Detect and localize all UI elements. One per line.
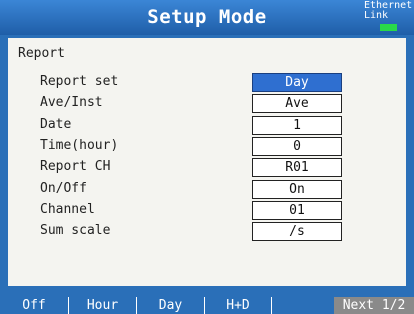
field-label-ave-inst: Ave/Inst	[40, 95, 103, 110]
ethernet-status: Ethernet Link	[360, 1, 412, 33]
report-set-field[interactable]: Day	[252, 73, 342, 92]
page-title: Setup Mode	[147, 6, 267, 28]
ave-inst-field[interactable]: Ave	[252, 94, 342, 113]
softkey-bar: Off Hour Day H+D Next 1/2	[0, 297, 414, 314]
ethernet-link-label: Ethernet Link	[364, 0, 413, 21]
report-ch-field[interactable]: R01	[252, 158, 342, 177]
sum-scale-field[interactable]: /s	[252, 222, 342, 241]
field-label-date: Date	[40, 117, 72, 132]
on-off-field[interactable]: On	[252, 180, 342, 199]
softkey-off[interactable]: Off	[0, 297, 68, 314]
softkey-day[interactable]: Day	[137, 297, 204, 314]
field-label-sum-scale: Sum scale	[40, 223, 111, 238]
field-label-report-ch: Report CH	[40, 159, 111, 174]
field-label-time-hour: Time(hour)	[40, 138, 119, 153]
field-label-on-off: On/Off	[40, 181, 87, 196]
softkey-blank[interactable]	[272, 297, 332, 314]
softkey-next-page[interactable]: Next 1/2	[334, 297, 414, 314]
field-label-channel: Channel	[40, 202, 95, 217]
date-field[interactable]: 1	[252, 116, 342, 135]
section-title: Report	[18, 46, 65, 61]
field-label-report-set: Report set	[40, 74, 119, 89]
channel-field[interactable]: 01	[252, 201, 342, 220]
softkey-hour[interactable]: Hour	[69, 297, 136, 314]
ethernet-link-led-icon	[380, 24, 397, 31]
softkey-h-plus-d[interactable]: H+D	[205, 297, 271, 314]
time-hour-field[interactable]: 0	[252, 137, 342, 156]
